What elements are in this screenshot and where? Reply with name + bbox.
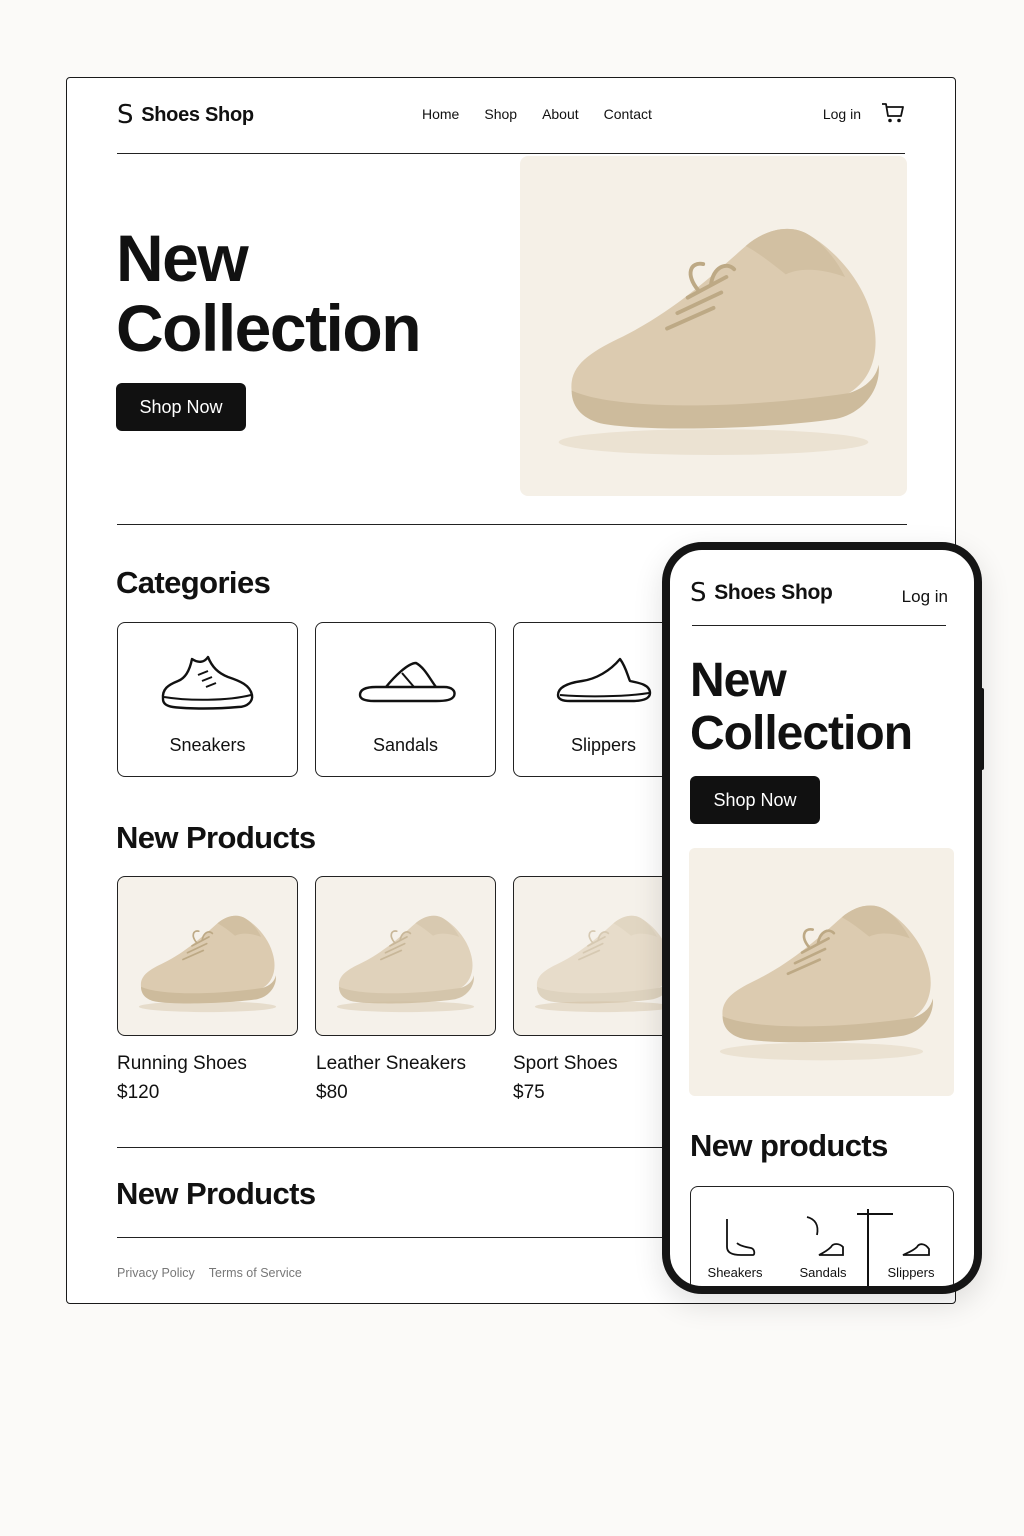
mobile-category-slippers[interactable]: Slippers: [867, 1187, 955, 1286]
product-name[interactable]: Sport Shoes: [513, 1053, 618, 1075]
product-name[interactable]: Leather Sneakers: [316, 1053, 466, 1075]
shop-now-button[interactable]: Shop Now: [116, 383, 246, 431]
category-label: Sheakers: [707, 1265, 763, 1280]
categories-title: Categories: [116, 565, 271, 600]
product-price: $120: [117, 1082, 160, 1103]
mobile-hero-title: New Collection: [690, 654, 913, 760]
hero-title-line1: New: [116, 221, 249, 295]
slipper-icon: [556, 657, 652, 703]
product-price: $80: [316, 1082, 348, 1103]
category-label: Sneakers: [169, 735, 246, 755]
mobile-login-link[interactable]: Log in: [902, 587, 948, 607]
mobile-shop-now-button[interactable]: Shop Now: [690, 776, 820, 824]
brand-name: Shoes Shop: [141, 103, 254, 126]
hero-shoe-image: [520, 156, 907, 496]
nav-contact[interactable]: Contact: [604, 106, 652, 122]
brand-name: Shoes Shop: [714, 581, 833, 604]
site-header: S Shoes Shop Home Shop About Contact Log…: [117, 78, 905, 154]
new-products-title: New Products: [116, 820, 316, 855]
terms-of-service-link[interactable]: Terms of Service: [209, 1266, 302, 1280]
nav-about[interactable]: About: [542, 106, 579, 122]
category-card-sneakers[interactable]: Sneakers: [117, 622, 298, 777]
cart-icon[interactable]: [881, 102, 905, 124]
logo-s-icon: S: [690, 578, 707, 608]
product-price: $75: [513, 1082, 545, 1103]
mobile-category-sneakers[interactable]: Sheakers: [691, 1187, 779, 1286]
second-section-title: New Products: [116, 1176, 316, 1211]
product-image-leather-sneakers[interactable]: [315, 876, 496, 1036]
nav-home[interactable]: Home: [422, 106, 459, 122]
mobile-hero-shoe-image: [689, 848, 954, 1096]
login-link[interactable]: Log in: [823, 106, 861, 122]
slipper-icon: [902, 1243, 930, 1256]
category-label: Slippers: [887, 1265, 935, 1280]
mobile-mockup: S Shoes Shop Log in New Collection Shop …: [662, 542, 982, 1294]
sandal-icon: [358, 661, 456, 703]
sneaker-icon: [726, 1219, 756, 1256]
hero-divider: [117, 524, 907, 525]
hero-title-line1: New: [690, 654, 787, 707]
hero-title-line2: Collection: [116, 291, 422, 365]
hero-title-line2: Collection: [690, 707, 913, 760]
mobile-category-sandals[interactable]: Sandals: [779, 1187, 867, 1286]
main-nav: Home Shop About Contact: [422, 106, 652, 122]
mobile-header-divider: [692, 625, 946, 626]
product-name[interactable]: Running Shoes: [117, 1053, 247, 1075]
hero-title: New Collection: [116, 221, 422, 365]
nav-shop[interactable]: Shop: [484, 106, 517, 122]
footer-links: Privacy Policy Terms of Service: [117, 1266, 302, 1280]
mobile-category-strip: Sheakers Sandals Slippers: [690, 1186, 955, 1286]
sandal-icon: [806, 1216, 844, 1256]
mobile-brand-logo[interactable]: S Shoes Shop: [690, 580, 833, 606]
logo-s-icon: S: [117, 100, 134, 130]
category-label: Sandals: [799, 1265, 847, 1280]
category-label: Sandals: [372, 735, 439, 755]
category-card-sandals[interactable]: Sandals: [315, 622, 496, 777]
mobile-new-products-title: New products: [690, 1128, 888, 1163]
sneaker-icon: [161, 655, 254, 710]
privacy-policy-link[interactable]: Privacy Policy: [117, 1266, 195, 1280]
product-image-running-shoes[interactable]: [117, 876, 298, 1036]
brand-logo[interactable]: S Shoes Shop: [117, 102, 254, 128]
